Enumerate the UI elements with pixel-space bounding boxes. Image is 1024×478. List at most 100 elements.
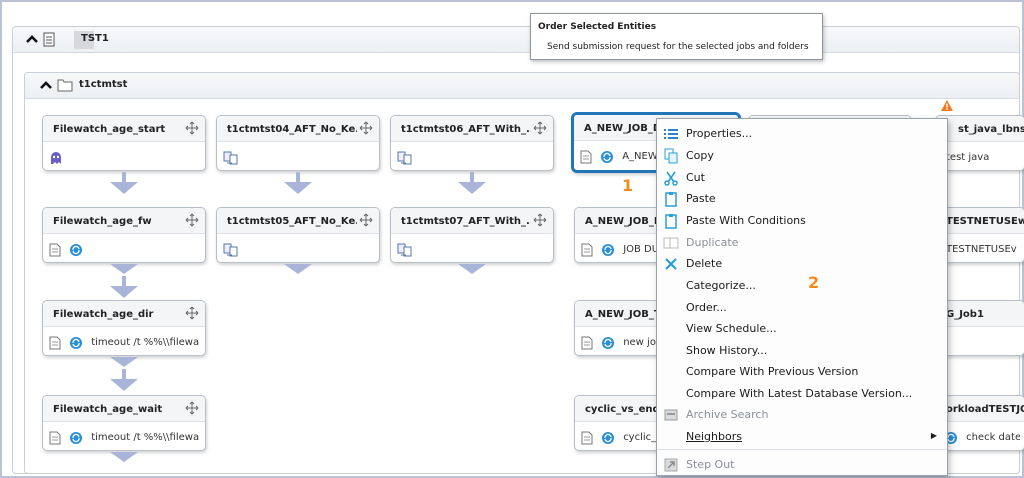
file-transfer-icon (397, 151, 412, 164)
menu-item-compare-latest[interactable]: Compare With Latest Database Version... (657, 383, 947, 404)
menu-item-order[interactable]: Order... (657, 297, 947, 318)
job-header: t1ctmtst04_AFT_No_Ke... (217, 116, 379, 142)
file-transfer-icon (223, 151, 238, 164)
cyclic-icon (601, 150, 614, 163)
job-header: Filewatch_age_wait (43, 396, 205, 422)
step-out-icon (664, 458, 678, 472)
cyclic-icon (70, 243, 83, 256)
menu-item-paste[interactable]: Paste (657, 188, 947, 209)
job-node[interactable]: st_java_lbnss1 test java (935, 115, 1024, 171)
menu-item-cut[interactable]: Cut (657, 167, 947, 188)
move-icon[interactable] (185, 121, 199, 135)
collapse-chevron-icon[interactable] (25, 33, 39, 45)
cyclic-icon (70, 336, 83, 349)
properties-icon (664, 129, 678, 139)
script-file-icon (49, 243, 61, 256)
move-icon[interactable] (185, 213, 199, 227)
ghost-icon (51, 151, 61, 164)
menu-item-label: Compare With Previous Version (686, 365, 859, 378)
flow-arrow (110, 276, 138, 298)
cyclic-icon (70, 431, 83, 444)
menu-item-label: Paste (686, 192, 716, 205)
job-command: check date (966, 432, 1020, 443)
job-node[interactable]: Filewatch_age_fw (42, 207, 206, 263)
delete-icon (665, 258, 677, 270)
script-file-icon (581, 431, 593, 444)
job-header: TESTNETUSEwbns (936, 208, 1024, 234)
menu-item-copy[interactable]: Copy (657, 145, 947, 166)
move-icon[interactable] (185, 306, 199, 320)
job-header: st_java_lbnss1 (936, 116, 1024, 142)
menu-item-label: Compare With Latest Database Version... (686, 387, 913, 400)
job-header: G_Job1 (936, 301, 1024, 327)
warning-icon (941, 100, 953, 111)
job-header: t1ctmtst06_AFT_With_... (391, 116, 553, 142)
job-command: test java (946, 152, 990, 163)
job-node[interactable]: Filewatch_age_dir timeout /t %%\\filewa (42, 300, 206, 356)
folder-list-icon (43, 32, 55, 47)
job-node[interactable]: TESTNETUSEwbns TESTNETUSEv (935, 207, 1024, 263)
flow-arrow (458, 264, 486, 274)
job-node[interactable]: t1ctmtst05_AFT_No_Ke... (216, 207, 380, 263)
menu-item-categorize[interactable]: Categorize... (657, 275, 947, 296)
file-transfer-icon (223, 243, 238, 256)
copy-icon (664, 148, 678, 164)
folder-icon (57, 79, 73, 92)
job-command: timeout /t %%\\filewa (91, 432, 200, 443)
move-icon[interactable] (533, 213, 547, 227)
flow-arrow (458, 172, 486, 194)
move-icon[interactable] (185, 401, 199, 415)
folder-tst1-header: TST1 (13, 27, 1019, 53)
job-name: st_java_lbnss1 (958, 124, 1024, 135)
script-file-icon (581, 336, 593, 349)
job-body: timeout /t %%\\filewa (49, 332, 201, 352)
folder-tst1-title: TST1 (81, 33, 109, 44)
job-node[interactable]: G_Job1 (935, 300, 1024, 356)
flow-arrow (110, 172, 138, 194)
file-transfer-icon (397, 243, 412, 256)
menu-item-archive-search: Archive Search (657, 404, 947, 425)
menu-item-label: Paste With Conditions (686, 214, 806, 227)
script-file-icon (49, 336, 61, 349)
order-tooltip: Order Selected Entities Send submission … (530, 13, 823, 60)
menu-item-properties[interactable]: Properties... (657, 123, 947, 144)
move-icon[interactable] (533, 121, 547, 135)
menu-item-duplicate: Duplicate (657, 232, 947, 253)
job-node[interactable]: t1ctmtst07_AFT_With_... (390, 207, 554, 263)
move-icon[interactable] (359, 121, 373, 135)
duplicate-icon (663, 237, 679, 249)
job-node[interactable]: Filewatch_age_wait timeout /t %%\\filewa (42, 395, 206, 451)
menu-item-label: Archive Search (686, 408, 769, 421)
job-header: Filewatch_age_fw (43, 208, 205, 234)
job-body (49, 239, 201, 259)
job-name: t1ctmtst07_AFT_With_... (401, 216, 531, 227)
menu-item-neighbors[interactable]: Neighbors ▶ (657, 426, 947, 447)
move-icon[interactable] (359, 213, 373, 227)
menu-item-show-history[interactable]: Show History... (657, 340, 947, 361)
menu-item-compare-previous[interactable]: Compare With Previous Version (657, 361, 947, 382)
script-file-icon (581, 243, 593, 256)
menu-item-label: Cut (686, 171, 705, 184)
folder-t1ctmtst-title: t1ctmtst (79, 79, 128, 90)
paste-conditions-icon (665, 214, 677, 229)
menu-item-view-schedule[interactable]: View Schedule... (657, 318, 947, 339)
job-node[interactable]: t1ctmtst06_AFT_With_... (390, 115, 554, 171)
job-node[interactable]: Filewatch_age_start (42, 115, 206, 171)
submenu-arrow-icon: ▶ (930, 431, 937, 440)
job-name: orkloadTESTJO (946, 404, 1024, 415)
job-body: timeout /t %%\\filewa (49, 427, 201, 447)
menu-item-paste-with-conditions[interactable]: Paste With Conditions (657, 210, 947, 231)
job-node[interactable]: t1ctmtst04_AFT_No_Ke... (216, 115, 380, 171)
collapse-chevron-icon[interactable] (39, 79, 53, 91)
job-name: t1ctmtst05_AFT_No_Ke... (227, 216, 357, 227)
job-header: orkloadTESTJO (936, 396, 1024, 422)
job-node[interactable]: orkloadTESTJO check date (935, 395, 1024, 451)
cyclic-icon (602, 336, 615, 349)
script-file-icon (49, 431, 61, 444)
job-body (49, 147, 201, 167)
menu-item-step-out: Step Out (657, 454, 947, 475)
flow-arrow (110, 452, 138, 462)
menu-item-label: Copy (686, 149, 714, 162)
menu-item-delete[interactable]: Delete (657, 253, 947, 274)
menu-separator (657, 449, 947, 450)
